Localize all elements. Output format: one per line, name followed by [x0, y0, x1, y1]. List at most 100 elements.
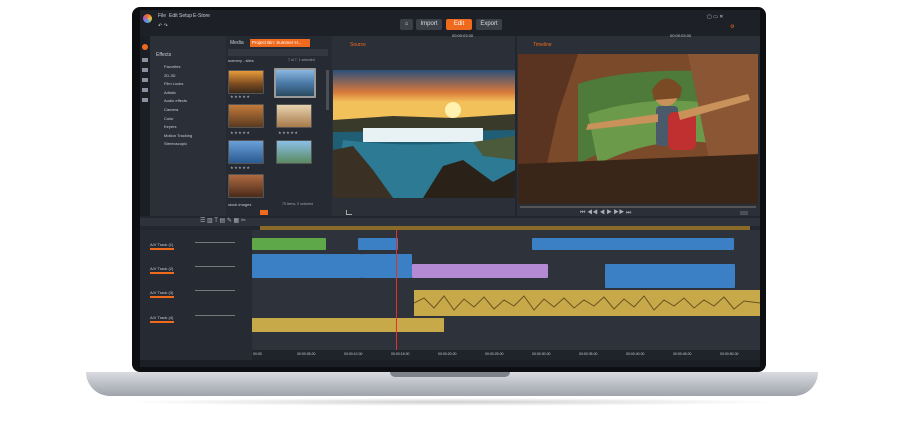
app-logo-icon [143, 14, 152, 23]
track-name[interactable]: A/V Track (4) [150, 315, 173, 320]
project-bin-tab[interactable]: Project Bin: Summer H... [250, 39, 310, 47]
category-2d-3d[interactable]: 2D-3D [164, 73, 224, 82]
category-audio-effects[interactable]: Audio effects [164, 98, 224, 107]
source-crop-icon[interactable] [346, 210, 352, 215]
timeline-tools[interactable]: ☰ ▥ T ▤ ✎ ▦ ✂ [200, 217, 246, 224]
media-thumbnail[interactable] [276, 104, 312, 128]
home-icon: ⌂ [404, 21, 409, 27]
category-film-looks[interactable]: Film Looks [164, 81, 224, 90]
media-thumbnail[interactable] [228, 70, 264, 94]
timeline-label: Timeline [533, 42, 552, 48]
transitions-icon[interactable] [142, 68, 148, 72]
track-volume-bar[interactable] [150, 272, 174, 274]
track-slider[interactable] [195, 266, 235, 267]
track-slider[interactable] [195, 315, 235, 316]
ruler-label: 00:00:10.00 [344, 352, 363, 356]
video-clip[interactable] [252, 254, 362, 278]
media-thumbnail[interactable] [228, 140, 264, 164]
rating-stars[interactable]: ★★★★★ [230, 94, 250, 99]
effects-category-list: Favorites 2D-3D Film Looks Artistic Audi… [164, 64, 224, 150]
time-ruler: 00:00 00:00:05.00 00:00:10.00 00:00:15.0… [252, 350, 760, 360]
track-volume-bar[interactable] [150, 248, 174, 250]
video-clip[interactable] [252, 238, 326, 250]
tab-import[interactable]: Import [416, 19, 442, 30]
category-favorites[interactable]: Favorites [164, 64, 224, 73]
waterfall-sunset-image [333, 70, 515, 198]
playback-controls[interactable]: ⏮ ◀◀ ◀ ▶ ▶▶ ⏭ [580, 210, 631, 217]
bin-action-button[interactable] [260, 210, 268, 215]
menu-setup[interactable]: Setup [179, 13, 192, 23]
category-motion-tracking[interactable]: Motion Tracking [164, 133, 224, 142]
fullscreen-button[interactable] [740, 211, 748, 215]
effects-sidebar-icons [140, 36, 150, 216]
ruler-label: 00:00:15.00 [391, 352, 410, 356]
text-icon[interactable] [142, 88, 148, 92]
ruler-label: 00:00:35.00 [579, 352, 598, 356]
menu-edit[interactable]: Edit [169, 13, 178, 23]
category-color[interactable]: Color [164, 116, 224, 125]
effects-icon[interactable] [142, 44, 148, 50]
titles-icon[interactable] [142, 58, 148, 62]
status-bar [140, 360, 760, 367]
timecode-left: 00:00:03.00 [452, 33, 474, 38]
title-clip[interactable] [412, 264, 548, 278]
rating-stars[interactable]: ★★★★★ [230, 130, 250, 135]
ruler-label: 00:00:30.00 [532, 352, 551, 356]
track-volume-bar[interactable] [150, 321, 174, 323]
category-artistic[interactable]: Artistic [164, 90, 224, 99]
media-thumbnail[interactable] [228, 104, 264, 128]
effects-title: Effects [156, 52, 172, 58]
tab-export[interactable]: Export [476, 19, 502, 30]
audio-clip[interactable] [413, 290, 760, 316]
color-icon[interactable] [142, 98, 148, 102]
tab-edit[interactable]: Edit [446, 19, 472, 30]
app-screen: File Edit Setup E-Store ↶ ↷ ⌂ Import Edi… [140, 10, 760, 367]
video-clip[interactable] [532, 238, 734, 250]
ruler-label: 00:00:50.00 [720, 352, 739, 356]
audio-waveform [413, 295, 760, 311]
timecode-right: 00:00:03.00 [670, 33, 692, 38]
bin-scrollbar[interactable] [326, 70, 329, 110]
music-icon[interactable] [142, 78, 148, 82]
window-controls[interactable]: ▢ ▭ ✕ [707, 14, 723, 20]
video-clip[interactable] [605, 264, 735, 288]
home-button[interactable]: ⌂ [400, 19, 413, 30]
stock-images-count: 75 items, 0 selected [282, 202, 314, 206]
folder-label: scenery - sites [228, 58, 254, 63]
track-name[interactable]: A/V Track (2) [150, 266, 173, 271]
category-keyers[interactable]: Keyers [164, 124, 224, 133]
video-clip[interactable] [358, 238, 398, 250]
ruler-label: 00:00:45.00 [673, 352, 692, 356]
playhead[interactable] [396, 230, 397, 350]
category-stereoscopic[interactable]: Stereoscopic [164, 141, 224, 150]
laptop-shadow [120, 398, 784, 406]
rating-stars[interactable]: ★★★★★ [230, 165, 250, 170]
media-thumbnail[interactable] [276, 140, 312, 164]
menu-file[interactable]: File [158, 13, 166, 23]
track-volume-bar[interactable] [150, 296, 174, 298]
media-thumbnail[interactable] [228, 174, 264, 198]
ruler-label: 00:00:40.00 [626, 352, 645, 356]
audio-clip[interactable] [252, 318, 444, 332]
undo-icon[interactable]: ↶ ↷ [158, 23, 168, 29]
bin-toolbar [228, 49, 328, 56]
media-thumbnail-selected[interactable] [274, 68, 316, 98]
ruler-label: 00:00:25.00 [485, 352, 504, 356]
ruler-label: 00:00:20.00 [438, 352, 457, 356]
track-name[interactable]: A/V Track (1) [150, 242, 173, 247]
hiker-canyon-image [518, 54, 758, 204]
track-name[interactable]: A/V Track (3) [150, 290, 173, 295]
menu-estore[interactable]: E-Store [193, 13, 210, 23]
track-slider[interactable] [195, 242, 235, 243]
source-video-frame [333, 70, 515, 198]
track-slider[interactable] [195, 290, 235, 291]
settings-icon[interactable]: ⚙ [730, 24, 734, 30]
category-camera[interactable]: Camera [164, 107, 224, 116]
ruler-label: 00:00 [253, 352, 262, 356]
timeline-scrubber[interactable] [520, 206, 756, 208]
video-clip[interactable] [362, 254, 412, 278]
folder-count: 7 of 7, 1 selected [288, 58, 315, 62]
source-label: Source [350, 42, 366, 48]
rating-stars[interactable]: ★★★★★ [278, 130, 298, 135]
tab-media[interactable]: Media [230, 40, 244, 46]
